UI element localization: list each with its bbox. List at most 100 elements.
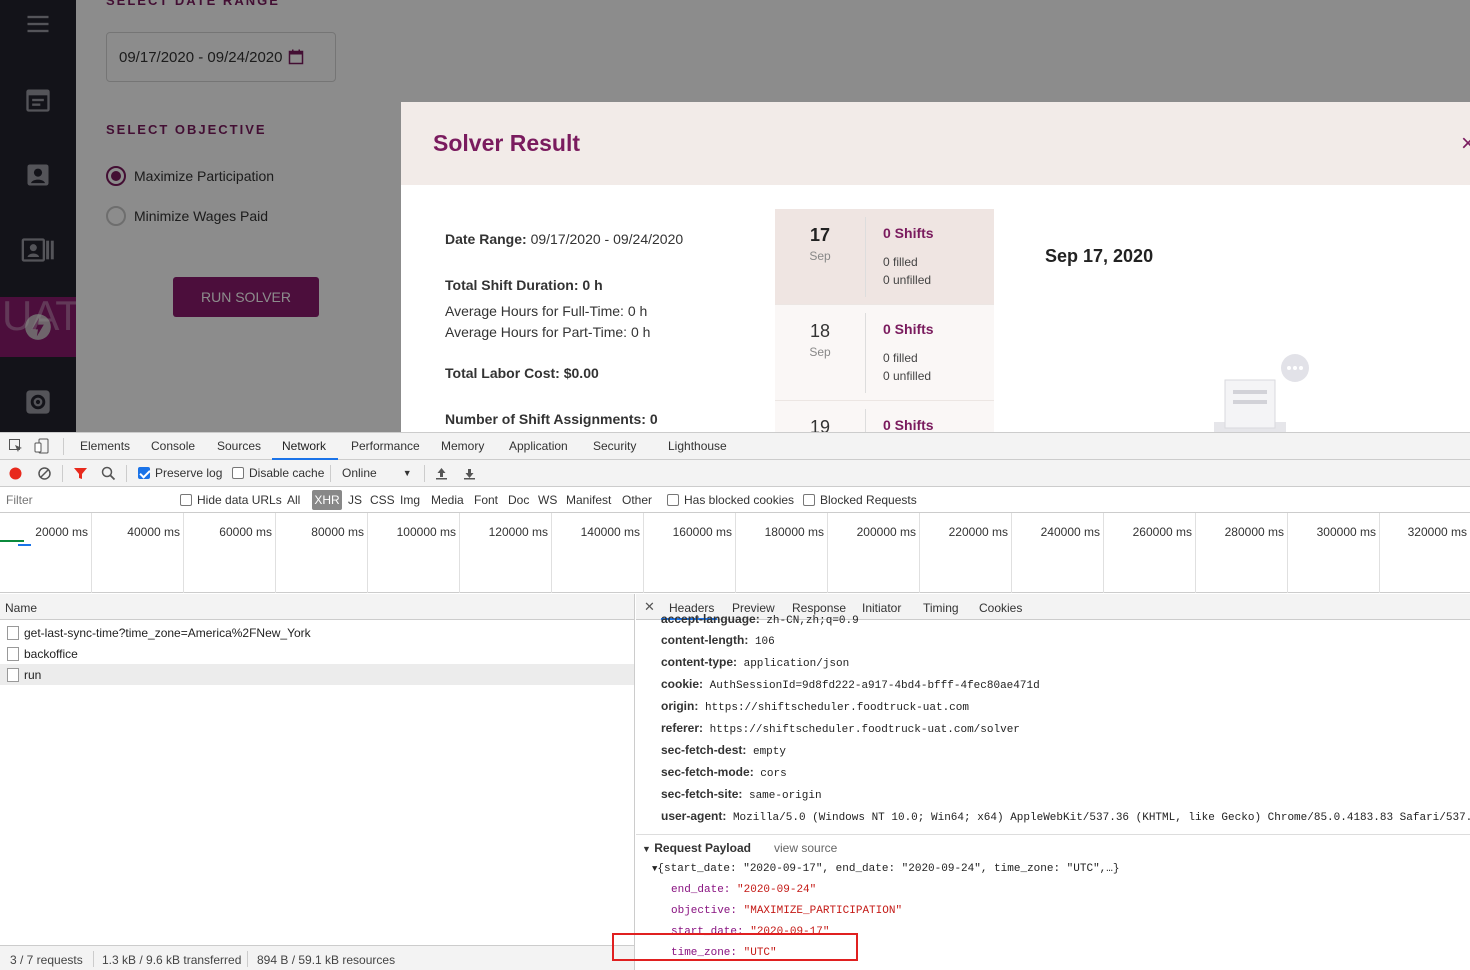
filter-font[interactable]: Font xyxy=(474,493,498,507)
inspect-element-icon[interactable] xyxy=(8,438,24,454)
day-month: Sep xyxy=(809,249,831,263)
day-shifts: 0 Shifts xyxy=(883,417,934,432)
header-key: origin: xyxy=(661,699,699,713)
divider xyxy=(62,465,63,482)
timeline-column: 120000 ms xyxy=(460,513,552,593)
filter-xhr[interactable]: XHR xyxy=(312,490,342,510)
search-icon[interactable] xyxy=(101,466,116,481)
tab-elements[interactable]: Elements xyxy=(80,439,130,453)
day-list: 17 Sep 0 Shifts 0 filled 0 unfilled 18 S… xyxy=(775,209,994,432)
day-card[interactable]: 19 0 Shifts xyxy=(775,401,994,432)
filter-bar: Hide data URLs All XHR JS CSS Img Media … xyxy=(0,487,1470,513)
day-divider xyxy=(865,409,866,432)
throttle-select[interactable]: Online ▼ xyxy=(342,466,412,480)
request-count: 3 / 7 requests xyxy=(10,953,83,967)
header-key: sec-fetch-site: xyxy=(661,787,743,801)
hide-data-urls-label: Hide data URLs xyxy=(197,493,282,507)
payload-title[interactable]: ▼ Request Payload xyxy=(642,841,751,855)
timeline-tick: 200000 ms xyxy=(856,525,916,539)
filter-all[interactable]: All xyxy=(287,493,300,507)
view-source-link[interactable]: view source xyxy=(774,841,837,855)
filter-css[interactable]: CSS xyxy=(370,493,395,507)
header-row: content-length: 106 xyxy=(661,633,775,648)
filter-icon[interactable] xyxy=(73,466,88,481)
filter-manifest[interactable]: Manifest xyxy=(566,493,611,507)
table-row[interactable]: run xyxy=(0,664,634,685)
header-value: zh-CN,zh;q=0.9 xyxy=(766,615,859,627)
filter-media[interactable]: Media xyxy=(431,493,464,507)
close-icon[interactable]: ✕ xyxy=(644,599,655,615)
day-filled: 0 filled xyxy=(883,255,918,269)
timeline-tick: 140000 ms xyxy=(580,525,640,539)
timeline-column: 40000 ms xyxy=(92,513,184,593)
timeline-column: 280000 ms xyxy=(1196,513,1288,593)
network-overview-timeline[interactable]: 20000 ms 40000 ms 60000 ms 80000 ms 1000… xyxy=(0,513,1470,593)
filter-input[interactable] xyxy=(2,490,166,510)
tab-performance[interactable]: Performance xyxy=(351,439,420,453)
import-har-icon[interactable] xyxy=(434,466,449,481)
hide-data-urls-checkbox[interactable]: Hide data URLs xyxy=(180,493,282,507)
payload-summary[interactable]: ▼{start_date: "2020-09-17", end_date: "2… xyxy=(652,863,1119,875)
triangle-down-icon: ▼ xyxy=(642,844,651,854)
tab-application[interactable]: Application xyxy=(509,439,568,453)
header-row: sec-fetch-mode: cors xyxy=(661,765,787,780)
tab-timing[interactable]: Timing xyxy=(923,601,959,615)
timeline-bar xyxy=(0,540,24,542)
tab-initiator[interactable]: Initiator xyxy=(862,601,901,615)
timeline-tick: 20000 ms xyxy=(35,525,88,539)
close-icon[interactable]: × xyxy=(1461,130,1470,158)
header-key: referer: xyxy=(661,721,704,735)
header-key: content-length: xyxy=(661,633,749,647)
filter-other[interactable]: Other xyxy=(622,493,652,507)
tab-lighthouse[interactable]: Lighthouse xyxy=(668,439,727,453)
column-header-name[interactable]: Name xyxy=(0,594,634,620)
table-row[interactable]: get-last-sync-time?time_zone=America%2FN… xyxy=(0,622,634,643)
export-har-icon[interactable] xyxy=(462,466,477,481)
blocked-requests-checkbox[interactable]: Blocked Requests xyxy=(803,493,917,507)
checkbox-unchecked[interactable] xyxy=(667,494,679,506)
divider xyxy=(93,951,94,967)
header-row: sec-fetch-site: same-origin xyxy=(661,787,822,802)
tab-security[interactable]: Security xyxy=(593,439,636,453)
tab-sources[interactable]: Sources xyxy=(217,439,261,453)
day-divider xyxy=(865,217,866,297)
header-key: content-type: xyxy=(661,655,737,669)
app-viewport: UAT SELECT DATE RANGE 09/17/2020 - 09/24… xyxy=(0,0,1470,432)
tab-network[interactable]: Network xyxy=(282,439,326,453)
header-key: accept-language: xyxy=(661,612,760,626)
file-icon xyxy=(7,625,19,640)
filter-ws[interactable]: WS xyxy=(538,493,557,507)
request-list: Name get-last-sync-time?time_zone=Americ… xyxy=(0,594,635,970)
tab-console[interactable]: Console xyxy=(151,439,195,453)
solver-result-modal: Solver Result × Date Range: 09/17/2020 -… xyxy=(401,102,1470,432)
day-unfilled: 0 unfilled xyxy=(883,273,932,287)
timeline-tick: 80000 ms xyxy=(311,525,364,539)
checkbox-checked[interactable] xyxy=(138,467,150,479)
header-key: cookie: xyxy=(661,677,704,691)
resources-size: 894 B / 59.1 kB resources xyxy=(257,953,396,967)
day-card[interactable]: 18 Sep 0 Shifts 0 filled 0 unfilled xyxy=(775,305,994,401)
checkbox-unchecked[interactable] xyxy=(803,494,815,506)
checkbox-unchecked[interactable] xyxy=(232,467,244,479)
preserve-log-checkbox[interactable]: Preserve log xyxy=(138,466,222,480)
header-row: referer: https://shiftscheduler.foodtruc… xyxy=(661,721,1020,736)
filter-js[interactable]: JS xyxy=(348,493,362,507)
header-value: https://shiftscheduler.foodtruck-uat.com… xyxy=(709,724,1020,736)
record-icon[interactable] xyxy=(8,466,23,481)
disable-cache-checkbox[interactable]: Disable cache xyxy=(232,466,324,480)
tab-cookies[interactable]: Cookies xyxy=(979,601,1022,615)
clear-icon[interactable] xyxy=(37,466,52,481)
filter-img[interactable]: Img xyxy=(400,493,420,507)
timeline-column: 140000 ms xyxy=(552,513,644,593)
filter-doc[interactable]: Doc xyxy=(508,493,529,507)
header-row: content-type: application/json xyxy=(661,655,849,670)
table-row[interactable]: backoffice xyxy=(0,643,634,664)
empty-state-illustration xyxy=(1214,354,1309,432)
header-value: application/json xyxy=(743,658,850,670)
checkbox-unchecked[interactable] xyxy=(180,494,192,506)
device-toolbar-icon[interactable] xyxy=(34,438,50,454)
tab-memory[interactable]: Memory xyxy=(441,439,484,453)
header-value: Mozilla/5.0 (Windows NT 10.0; Win64; x64… xyxy=(732,812,1470,824)
has-blocked-cookies-checkbox[interactable]: Has blocked cookies xyxy=(667,493,794,507)
day-card[interactable]: 17 Sep 0 Shifts 0 filled 0 unfilled xyxy=(775,209,994,305)
